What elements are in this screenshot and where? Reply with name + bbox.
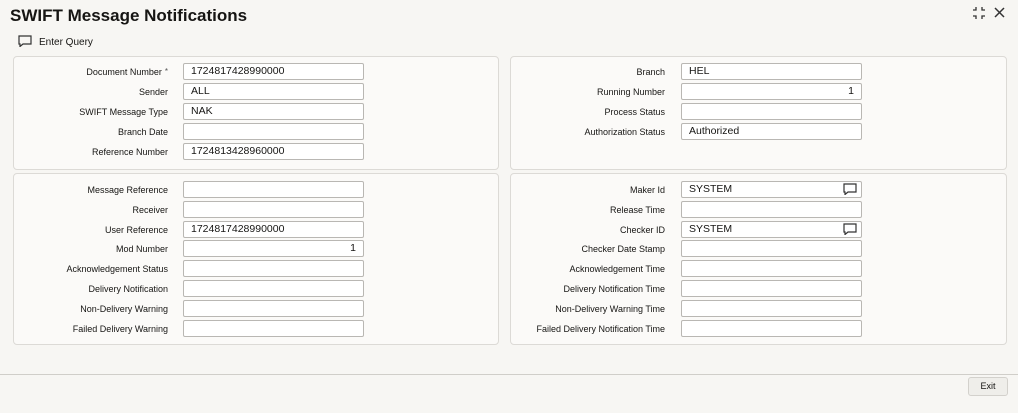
release-time-field[interactable] (681, 201, 862, 218)
checker-id-value: SYSTEM (689, 223, 733, 235)
branch-date-field[interactable] (183, 123, 364, 140)
acknowledgement-time-field[interactable] (681, 260, 862, 277)
sender-field[interactable]: ALL (183, 83, 364, 100)
enter-query-label: Enter Query (39, 36, 93, 48)
checker-id-lov-icon[interactable] (843, 223, 857, 237)
swift-message-type-field[interactable]: NAK (183, 103, 364, 120)
authorization-status-field[interactable]: Authorized (681, 123, 862, 140)
non-delivery-warning-field[interactable] (183, 300, 364, 317)
reference-number-label: Reference Number (91, 147, 168, 157)
page-title: SWIFT Message Notifications (10, 6, 248, 25)
footer-divider (0, 374, 1018, 375)
acknowledgement-status-field[interactable] (183, 260, 364, 277)
mod-number-label: Mod Number (115, 244, 168, 254)
checker-id-label: Checker ID (619, 225, 665, 235)
authorization-status-label: Authorization Status (584, 127, 665, 137)
maker-id-label: Maker Id (629, 185, 665, 195)
user-reference-label: User Reference (104, 225, 168, 235)
non-delivery-warning-label: Non-Delivery Warning (80, 304, 168, 314)
checker-date-stamp-label: Checker Date Stamp (581, 244, 665, 254)
user-reference-field[interactable]: 1724817428990000 (183, 221, 364, 238)
delivery-notification-label: Delivery Notification (88, 284, 168, 294)
chat-bubble-icon (18, 34, 39, 50)
swift-message-type-label: SWIFT Message Type (79, 107, 168, 117)
mod-number-field[interactable]: 1 (183, 240, 364, 257)
required-marker: * (164, 67, 168, 76)
acknowledgement-time-label: Acknowledgement Time (569, 264, 665, 274)
acknowledgement-status-label: Acknowledgement Status (66, 264, 168, 274)
branch-field[interactable]: HEL (681, 63, 862, 80)
process-status-label: Process Status (604, 107, 665, 117)
running-number-label: Running Number (596, 87, 665, 97)
sender-label: Sender (138, 87, 168, 97)
maker-id-lov-icon[interactable] (843, 183, 857, 197)
maker-id-field[interactable]: SYSTEM (681, 181, 862, 198)
failed-delivery-warning-label: Failed Delivery Warning (72, 324, 168, 334)
non-delivery-warning-time-label: Non-Delivery Warning Time (555, 304, 665, 314)
receiver-field[interactable] (183, 201, 364, 218)
branch-date-label: Branch Date (117, 127, 168, 137)
reference-number-field[interactable]: 1724813428960000 (183, 143, 364, 160)
release-time-label: Release Time (609, 205, 665, 215)
checker-date-stamp-field[interactable] (681, 240, 862, 257)
enter-query-button[interactable]: Enter Query (18, 34, 93, 50)
branch-label: Branch (636, 67, 665, 77)
title-bar: SWIFT Message Notifications (0, 0, 1018, 32)
document-number-label: Document Number * (86, 67, 168, 77)
failed-delivery-notification-time-field[interactable] (681, 320, 862, 337)
maker-id-value: SYSTEM (689, 183, 733, 195)
running-number-field[interactable]: 1 (681, 83, 862, 100)
expand-icon[interactable] (972, 6, 986, 23)
failed-delivery-warning-field[interactable] (183, 320, 364, 337)
document-number-field[interactable]: 1724817428990000 (183, 63, 364, 80)
failed-delivery-notification-time-label: Failed Delivery Notification Time (536, 324, 665, 334)
delivery-notification-time-field[interactable] (681, 280, 862, 297)
message-reference-field[interactable] (183, 181, 364, 198)
non-delivery-warning-time-field[interactable] (681, 300, 862, 317)
message-reference-label: Message Reference (87, 185, 168, 195)
exit-button[interactable]: Exit (968, 377, 1008, 396)
delivery-notification-field[interactable] (183, 280, 364, 297)
checker-id-field[interactable]: SYSTEM (681, 221, 862, 238)
close-icon[interactable] (993, 6, 1006, 22)
process-status-field[interactable] (681, 103, 862, 120)
receiver-label: Receiver (132, 205, 168, 215)
delivery-notification-time-label: Delivery Notification Time (563, 284, 665, 294)
